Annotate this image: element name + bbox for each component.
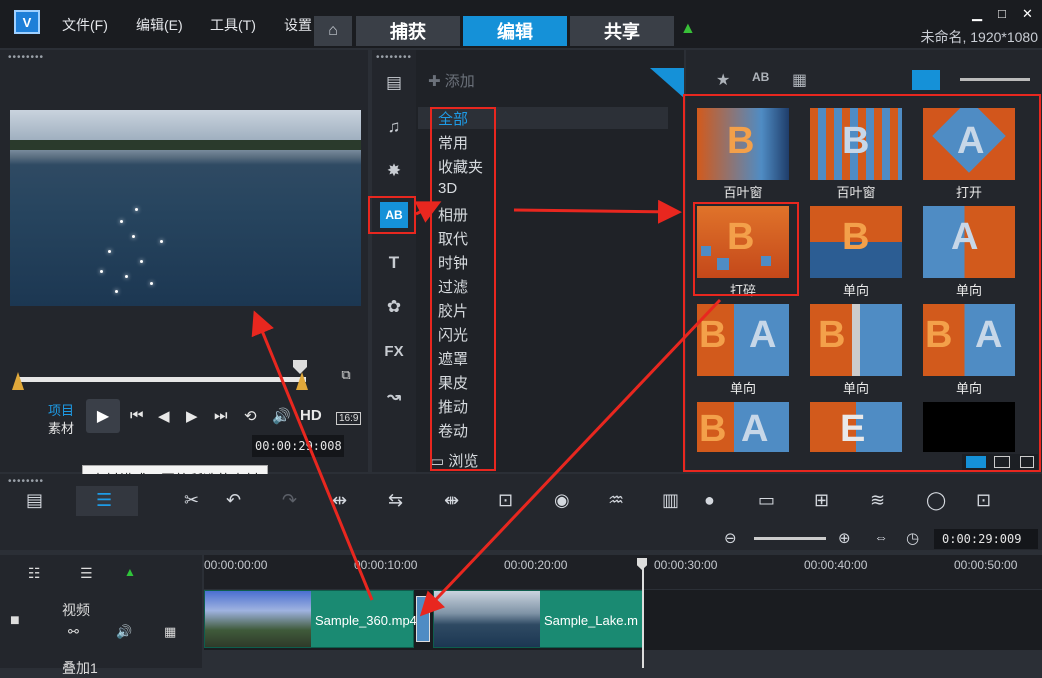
- annotation-arrows: [251, 199, 722, 617]
